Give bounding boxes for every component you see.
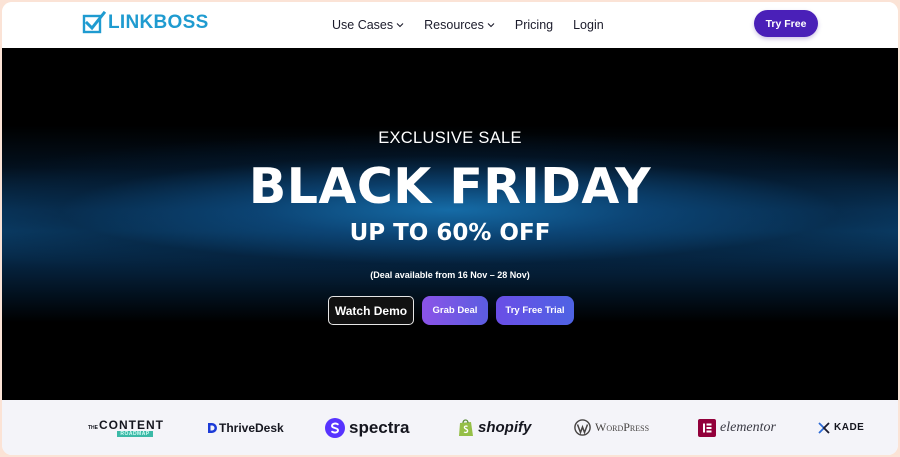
brand-thrivedesk-text: ThriveDesk	[219, 420, 284, 435]
brand-spectra: spectra	[325, 400, 409, 455]
kadence-logo-icon	[818, 421, 830, 434]
hero-headline: BLACK FRIDAY	[248, 158, 652, 215]
hero-cta-row: Watch Demo Grab Deal Try Free Trial	[328, 296, 574, 325]
brand-kadence-text: KADE	[834, 422, 865, 433]
site-header: LINKBOSS Use Cases Resources Pricing Log…	[2, 2, 898, 48]
brand-shopify: shopify	[458, 400, 531, 455]
brand-content-sub: ROADMAP	[117, 430, 153, 437]
nav-pricing[interactable]: Pricing	[515, 18, 553, 32]
elementor-logo-icon	[698, 418, 716, 437]
brand-the-content-roadmap: THE CONTENT ROADMAP	[88, 400, 164, 455]
main-nav: Use Cases Resources Pricing Login	[332, 2, 604, 48]
chevron-down-icon	[487, 23, 495, 28]
chevron-down-icon	[396, 23, 404, 28]
brand-thrivedesk: ThriveDesk	[207, 400, 284, 455]
logo-checkbox-icon	[82, 11, 106, 34]
logo[interactable]: LINKBOSS	[82, 8, 209, 38]
brand-shopify-text: shopify	[478, 419, 532, 436]
watch-demo-button[interactable]: Watch Demo	[328, 296, 414, 325]
brand-elementor-text: elementor	[720, 419, 776, 435]
nav-resources-label: Resources	[424, 18, 484, 32]
page-frame: LINKBOSS Use Cases Resources Pricing Log…	[2, 2, 898, 455]
partner-logos-strip: THE CONTENT ROADMAP ThriveDesk spectra s…	[2, 400, 898, 455]
nav-use-cases[interactable]: Use Cases	[332, 18, 404, 32]
deal-dates-note: (Deal available from 16 Nov – 28 Nov)	[370, 270, 530, 280]
brand-elementor: elementor	[698, 400, 776, 455]
brand-content-main: CONTENT	[99, 417, 164, 432]
hero-subhead: UP TO 60% OFF	[349, 220, 551, 246]
shopify-bag-icon	[459, 419, 473, 436]
brand-wordpress: WordPress	[574, 400, 649, 455]
brand-content-top: THE	[88, 424, 98, 431]
nav-use-cases-label: Use Cases	[332, 18, 394, 32]
hero-eyebrow: EXCLUSIVE SALE	[378, 129, 522, 147]
nav-login[interactable]: Login	[573, 18, 604, 32]
logo-text: LINKBOSS	[108, 12, 209, 33]
brand-kadence: KADE	[818, 400, 864, 455]
nav-resources[interactable]: Resources	[424, 18, 495, 32]
brand-spectra-text: spectra	[349, 417, 410, 437]
thrivedesk-logo-icon	[208, 422, 217, 433]
grab-deal-button[interactable]: Grab Deal	[422, 296, 488, 325]
nav-login-label: Login	[573, 18, 604, 32]
wordpress-logo-icon	[574, 419, 591, 436]
spectra-logo-icon	[325, 417, 345, 438]
hero-banner: EXCLUSIVE SALE BLACK FRIDAY UP TO 60% OF…	[2, 48, 898, 400]
try-free-trial-button[interactable]: Try Free Trial	[496, 296, 574, 325]
nav-pricing-label: Pricing	[514, 18, 554, 32]
brand-wordpress-text: WordPress	[595, 420, 650, 434]
try-free-button[interactable]: Try Free	[754, 10, 818, 37]
